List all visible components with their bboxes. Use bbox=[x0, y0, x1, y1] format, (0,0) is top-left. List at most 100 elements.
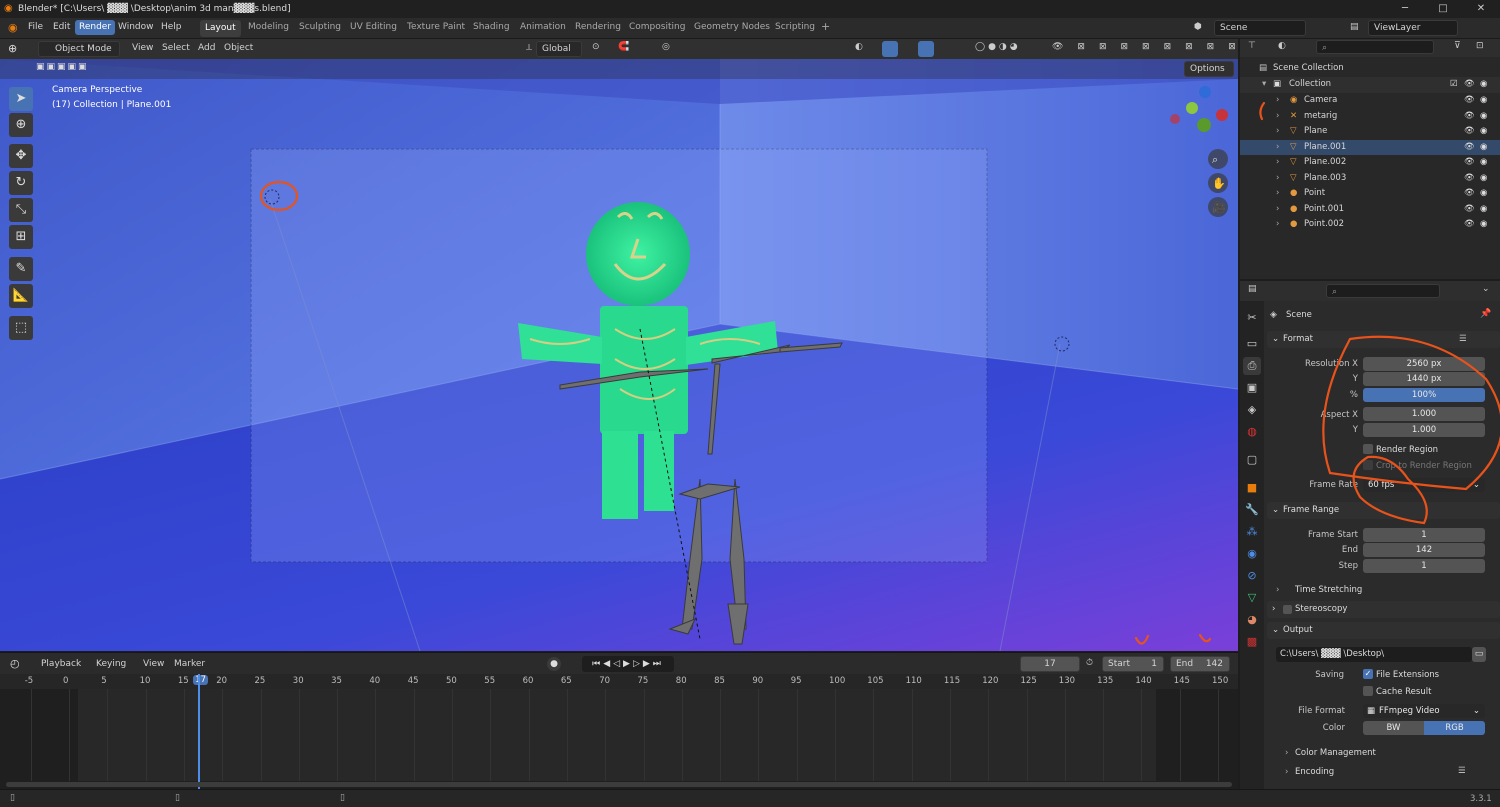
tab-rendering[interactable]: Rendering bbox=[575, 22, 621, 32]
menu-object[interactable]: Object bbox=[224, 43, 253, 53]
transform-tool-icon[interactable]: ⊞ bbox=[9, 225, 33, 249]
frame-tick: 130 bbox=[1058, 676, 1076, 686]
tab-scripting[interactable]: Scripting bbox=[775, 22, 815, 32]
frame-tick: 65 bbox=[560, 676, 572, 686]
marker-menu[interactable]: Marker bbox=[174, 659, 205, 669]
menu-edit[interactable]: Edit bbox=[53, 22, 70, 32]
svg-text:✋: ✋ bbox=[1212, 177, 1226, 190]
frame-tick: 30 bbox=[292, 676, 304, 686]
visibility-icon[interactable]: ◐ bbox=[855, 42, 863, 52]
grid-line bbox=[758, 689, 760, 781]
close-button[interactable]: ✕ bbox=[1462, 0, 1500, 18]
grid-line bbox=[337, 689, 339, 781]
viewport-info-line2: (17) Collection | Plane.001 bbox=[52, 100, 172, 110]
record-icon[interactable]: ● bbox=[547, 657, 561, 671]
playhead[interactable] bbox=[198, 674, 200, 789]
timeline-editor-icon[interactable]: ◴ bbox=[10, 657, 20, 670]
tab-geometry-nodes[interactable]: Geometry Nodes bbox=[694, 22, 770, 32]
tab-modeling[interactable]: Modeling bbox=[248, 22, 289, 32]
mouse-right-icon: ▯ bbox=[340, 793, 345, 803]
frame-tick: 135 bbox=[1097, 676, 1114, 686]
scene-selector[interactable]: Scene bbox=[1214, 20, 1306, 36]
preview-range-icon[interactable]: ⏱ bbox=[1086, 658, 1093, 668]
tab-compositing[interactable]: Compositing bbox=[629, 22, 685, 32]
proportional-edit-icon[interactable]: ◎ bbox=[662, 42, 670, 52]
tab-uv-editing[interactable]: UV Editing bbox=[350, 22, 397, 32]
keying-menu[interactable]: Keying bbox=[90, 656, 136, 672]
frame-tick: 55 bbox=[484, 676, 496, 686]
grid-line bbox=[605, 689, 607, 781]
menu-help[interactable]: Help bbox=[161, 22, 182, 32]
grid-line bbox=[681, 689, 683, 781]
gizmo-toggle-icon[interactable] bbox=[882, 41, 898, 57]
playback-controls[interactable]: ⏮◀◁▶▷▶⏭ bbox=[582, 656, 674, 672]
annotate-tool-icon[interactable]: ✎ bbox=[9, 257, 33, 281]
shading-mode-icons[interactable]: ◯●◑◕ bbox=[975, 42, 1021, 52]
viewlayer-selector[interactable]: ViewLayer bbox=[1368, 20, 1458, 36]
options-button[interactable]: Options bbox=[1184, 61, 1234, 77]
grid-line bbox=[145, 689, 147, 781]
menu-view[interactable]: View bbox=[132, 43, 153, 53]
frame-tick: 120 bbox=[982, 676, 999, 686]
grid-line bbox=[1103, 689, 1105, 781]
grid-line bbox=[1179, 689, 1181, 781]
cursor-tool-icon[interactable]: ⊕ bbox=[9, 113, 33, 137]
3d-viewport[interactable]: ⌕ ✋ 🎥 ▣▣▣▣▣ Options Camera Perspective (… bbox=[0, 59, 1238, 651]
tab-sculpting[interactable]: Sculpting bbox=[299, 22, 341, 32]
timeline-ruler[interactable]: -5 0 5 10 15 17 20 25 30 35 40 45 50 55 60 65 70 75 80 85 90… bbox=[0, 674, 1238, 689]
rotate-tool-icon[interactable]: ↻ bbox=[9, 171, 33, 195]
timeline-view-menu[interactable]: View bbox=[143, 659, 164, 669]
frame-tick: 140 bbox=[1135, 676, 1152, 686]
grid-line bbox=[566, 689, 568, 781]
grid-line bbox=[988, 689, 990, 781]
tab-layout[interactable]: Layout bbox=[200, 20, 241, 37]
tab-animation[interactable]: Animation bbox=[520, 22, 566, 32]
add-cube-tool-icon[interactable]: ⬚ bbox=[9, 316, 33, 340]
select-mode-icons[interactable]: ▣▣▣▣▣ bbox=[36, 62, 89, 72]
editor-type-icon[interactable]: ⊕ bbox=[8, 42, 17, 55]
restriction-toggle-icons[interactable]: 👁⊠⊠⊠⊠⊠⊠⊠⊠ bbox=[1052, 42, 1250, 52]
menu-add[interactable]: Add bbox=[198, 43, 215, 53]
svg-text:⌕: ⌕ bbox=[1212, 153, 1218, 166]
snap-icon[interactable]: 🧲 bbox=[618, 42, 629, 52]
start-frame-field[interactable]: Start 1 bbox=[1102, 656, 1164, 672]
playback-menu[interactable]: Playback bbox=[35, 656, 89, 672]
overlay-toggle-icon[interactable] bbox=[918, 41, 934, 57]
current-frame-field[interactable]: 17 bbox=[1020, 656, 1080, 672]
grid-line bbox=[1141, 689, 1143, 781]
tab-shading[interactable]: Shading bbox=[473, 22, 510, 32]
scale-tool-icon[interactable]: ⤡ bbox=[9, 198, 33, 222]
blender-logo-icon: ◉ bbox=[4, 3, 13, 14]
mouse-left-icon: ▯ bbox=[10, 793, 15, 803]
grid-line bbox=[183, 689, 185, 781]
timeline-scrollbar[interactable] bbox=[6, 782, 1232, 787]
frame-tick: 70 bbox=[599, 676, 611, 686]
transform-orientation-icon: ⟂ bbox=[526, 43, 533, 53]
grid-line bbox=[375, 689, 377, 781]
frame-tick: 85 bbox=[714, 676, 725, 686]
tab-texture-paint[interactable]: Texture Paint bbox=[407, 22, 465, 32]
menu-select[interactable]: Select bbox=[162, 43, 190, 53]
scene-icon: ⬢ bbox=[1194, 22, 1202, 32]
grid-line bbox=[260, 689, 262, 781]
pivot-icon[interactable]: ⊙ bbox=[592, 42, 600, 52]
select-box-tool-icon[interactable]: ➤ bbox=[9, 87, 33, 111]
blender-menu-icon[interactable]: ◉ bbox=[8, 21, 18, 34]
timeline-body[interactable] bbox=[0, 674, 1238, 789]
minimize-button[interactable]: ─ bbox=[1386, 0, 1424, 18]
grid-line bbox=[452, 689, 453, 781]
move-tool-icon[interactable]: ✥ bbox=[9, 144, 33, 168]
menu-render[interactable]: Render bbox=[75, 20, 116, 35]
mode-selector[interactable]: Object Mode bbox=[38, 41, 120, 57]
frame-tick: 80 bbox=[675, 676, 687, 686]
outliner-annotation bbox=[1259, 101, 1266, 121]
menu-window[interactable]: Window bbox=[118, 22, 154, 32]
menu-file[interactable]: File bbox=[28, 22, 43, 32]
orientation-selector[interactable]: Global bbox=[536, 41, 582, 57]
mouse-middle-icon: ▯ bbox=[175, 793, 180, 803]
maximize-button[interactable]: □ bbox=[1424, 0, 1462, 18]
measure-tool-icon[interactable]: 📐 bbox=[9, 284, 33, 308]
frame-tick: 110 bbox=[905, 676, 922, 686]
add-workspace-button[interactable]: + bbox=[821, 20, 830, 33]
end-frame-field[interactable]: End 142 bbox=[1170, 656, 1230, 672]
